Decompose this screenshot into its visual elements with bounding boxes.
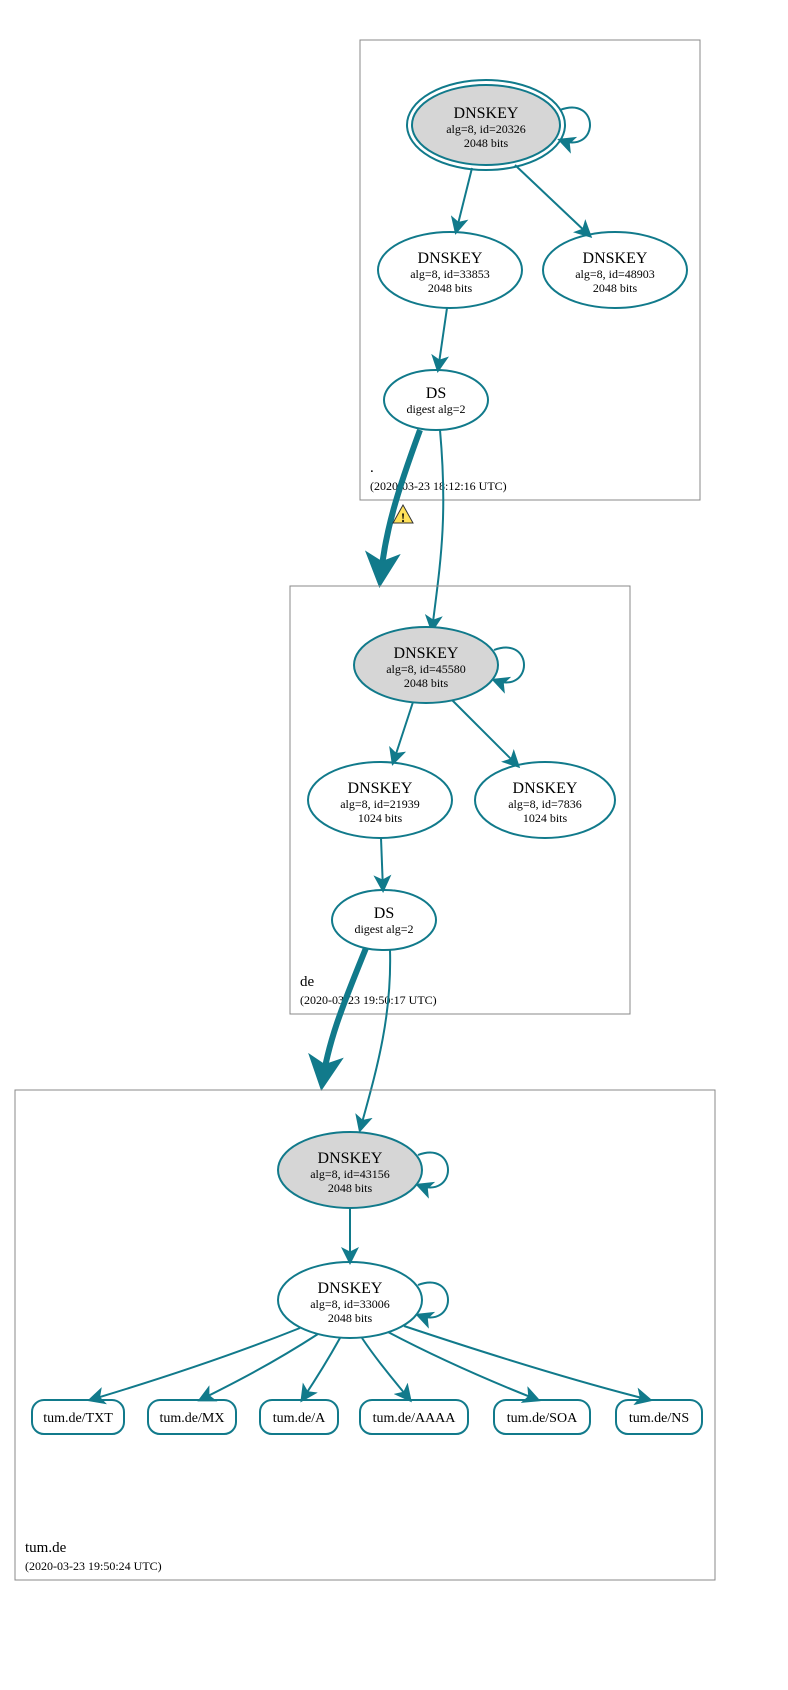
- node-tum-ksk-sub2: 2048 bits: [328, 1181, 373, 1195]
- rr-mx-label: tum.de/MX: [160, 1411, 225, 1426]
- node-tum-ksk-title: DNSKEY: [318, 1150, 383, 1167]
- zone-root-label: .: [370, 460, 374, 476]
- edge-rootksk-rootk3: [515, 165, 590, 236]
- edge-deksk-dezsk: [393, 702, 413, 763]
- node-de-k3-sub1: alg=8, id=7836: [508, 797, 582, 811]
- node-tum-zsk-title: DNSKEY: [318, 1280, 383, 1297]
- node-root-k3-sub1: alg=8, id=48903: [575, 267, 655, 281]
- node-tum-zsk-sub1: alg=8, id=33006: [310, 1297, 390, 1311]
- zone-tum-timestamp: (2020-03-23 19:50:24 UTC): [25, 1559, 162, 1573]
- node-de-ds-sub1: digest alg=2: [354, 922, 413, 936]
- rr-ns: tum.de/NS: [616, 1400, 702, 1434]
- node-root-k3-title: DNSKEY: [583, 250, 648, 267]
- node-root-ds-title: DS: [426, 385, 446, 402]
- node-de-ksk: DNSKEY alg=8, id=45580 2048 bits: [354, 627, 524, 703]
- rr-row: tum.de/TXT tum.de/MX tum.de/A tum.de/AAA…: [32, 1400, 702, 1434]
- node-root-ksk-title: DNSKEY: [454, 105, 519, 122]
- warning-glyph: !: [401, 510, 405, 525]
- node-root-ds: DS digest alg=2: [384, 370, 488, 430]
- edge-deksk-dek3: [452, 700, 518, 766]
- node-de-ksk-sub2: 2048 bits: [404, 676, 449, 690]
- node-de-ksk-sub1: alg=8, id=45580: [386, 662, 466, 676]
- node-de-zsk-sub2: 1024 bits: [358, 811, 403, 825]
- rr-soa: tum.de/SOA: [494, 1400, 590, 1434]
- rr-ns-label: tum.de/NS: [629, 1411, 689, 1426]
- zone-de-label: de: [300, 974, 315, 990]
- node-de-k3-title: DNSKEY: [513, 780, 578, 797]
- edge-zsk-ns: [404, 1326, 650, 1400]
- zone-root: . (2020-03-23 18:12:16 UTC) DNSKEY alg=8…: [360, 40, 700, 500]
- node-root-k3: DNSKEY alg=8, id=48903 2048 bits: [543, 232, 687, 308]
- edge-deds-tumksk: [360, 950, 390, 1130]
- node-de-zsk: DNSKEY alg=8, id=21939 1024 bits: [308, 762, 452, 838]
- rr-mx: tum.de/MX: [148, 1400, 236, 1434]
- node-de-k3: DNSKEY alg=8, id=7836 1024 bits: [475, 762, 615, 838]
- node-de-zsk-title: DNSKEY: [348, 780, 413, 797]
- node-root-zsk-sub2: 2048 bits: [428, 281, 473, 295]
- node-tum-ksk: DNSKEY alg=8, id=43156 2048 bits: [278, 1132, 448, 1208]
- node-tum-ksk-sub1: alg=8, id=43156: [310, 1167, 390, 1181]
- node-de-ksk-title: DNSKEY: [394, 645, 459, 662]
- dnssec-diagram: . (2020-03-23 18:12:16 UTC) DNSKEY alg=8…: [0, 0, 788, 1690]
- node-root-zsk-title: DNSKEY: [418, 250, 483, 267]
- node-de-k3-sub2: 1024 bits: [523, 811, 568, 825]
- zone-root-timestamp: (2020-03-23 18:12:16 UTC): [370, 479, 507, 493]
- rr-a: tum.de/A: [260, 1400, 338, 1434]
- node-tum-zsk-sub2: 2048 bits: [328, 1311, 373, 1325]
- zone-tum-label: tum.de: [25, 1540, 67, 1556]
- node-root-k3-sub2: 2048 bits: [593, 281, 638, 295]
- rr-txt: tum.de/TXT: [32, 1400, 124, 1434]
- zone-de: de (2020-03-23 19:50:17 UTC) DNSKEY alg=…: [290, 586, 630, 1014]
- node-root-zsk: DNSKEY alg=8, id=33853 2048 bits: [378, 232, 522, 308]
- rr-txt-label: tum.de/TXT: [43, 1411, 113, 1426]
- zone-de-timestamp: (2020-03-23 19:50:17 UTC): [300, 993, 437, 1007]
- edge-zsk-aaaa: [362, 1338, 410, 1400]
- node-de-ds-title: DS: [374, 905, 394, 922]
- node-de-ds: DS digest alg=2: [332, 890, 436, 950]
- node-root-zsk-sub1: alg=8, id=33853: [410, 267, 490, 281]
- rr-soa-label: tum.de/SOA: [507, 1411, 578, 1426]
- edge-rootzsk-rootds: [438, 308, 447, 370]
- node-de-zsk-sub1: alg=8, id=21939: [340, 797, 420, 811]
- zone-tum: tum.de (2020-03-23 19:50:24 UTC) DNSKEY …: [15, 1090, 715, 1580]
- rr-a-label: tum.de/A: [273, 1411, 326, 1426]
- edge-zsk-a: [302, 1338, 340, 1400]
- rr-aaaa-label: tum.de/AAAA: [373, 1411, 457, 1426]
- edge-rootksk-rootzsk: [456, 168, 472, 232]
- edge-de-to-tum-thick: [322, 948, 366, 1085]
- node-root-ksk: DNSKEY alg=8, id=20326 2048 bits: [407, 80, 590, 170]
- edge-rootds-deksk: [432, 430, 443, 630]
- rr-aaaa: tum.de/AAAA: [360, 1400, 468, 1434]
- node-tum-zsk: DNSKEY alg=8, id=33006 2048 bits: [278, 1262, 448, 1338]
- node-root-ds-sub1: digest alg=2: [406, 402, 465, 416]
- node-root-ksk-sub1: alg=8, id=20326: [446, 122, 526, 136]
- edge-dezsk-deds: [381, 838, 383, 890]
- edge-root-to-de-thick: [380, 430, 420, 582]
- node-root-ksk-sub2: 2048 bits: [464, 136, 509, 150]
- edge-zsk-soa: [388, 1332, 538, 1400]
